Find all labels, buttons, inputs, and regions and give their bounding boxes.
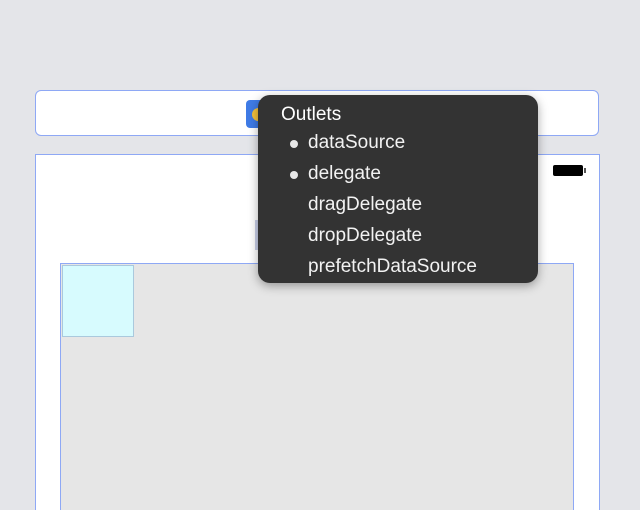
outlet-label: dragDelegate [308, 194, 423, 215]
outlet-dragdelegate[interactable]: dragDelegate [308, 194, 422, 216]
battery-icon [553, 165, 586, 176]
connected-dot-icon [290, 171, 298, 179]
outlet-label: dropDelegate [308, 225, 423, 246]
outlet-label: dataSource [308, 132, 406, 153]
outlets-popover: Outlets dataSource delegate dragDelegate… [258, 95, 538, 283]
outlet-prefetchdatasource[interactable]: prefetchDataSource [308, 256, 477, 278]
storyboard-canvas: Outlets dataSource delegate dragDelegate… [0, 0, 640, 510]
connected-dot-icon [290, 140, 298, 148]
outlet-datasource[interactable]: dataSource [290, 132, 406, 154]
popover-title: Outlets [281, 104, 342, 125]
outlet-dropdelegate[interactable]: dropDelegate [308, 225, 422, 247]
collection-view[interactable] [60, 263, 574, 510]
collection-view-cell[interactable] [62, 265, 134, 337]
outlet-label: prefetchDataSource [308, 256, 477, 277]
outlet-label: delegate [308, 163, 381, 184]
outlet-delegate[interactable]: delegate [290, 163, 381, 185]
